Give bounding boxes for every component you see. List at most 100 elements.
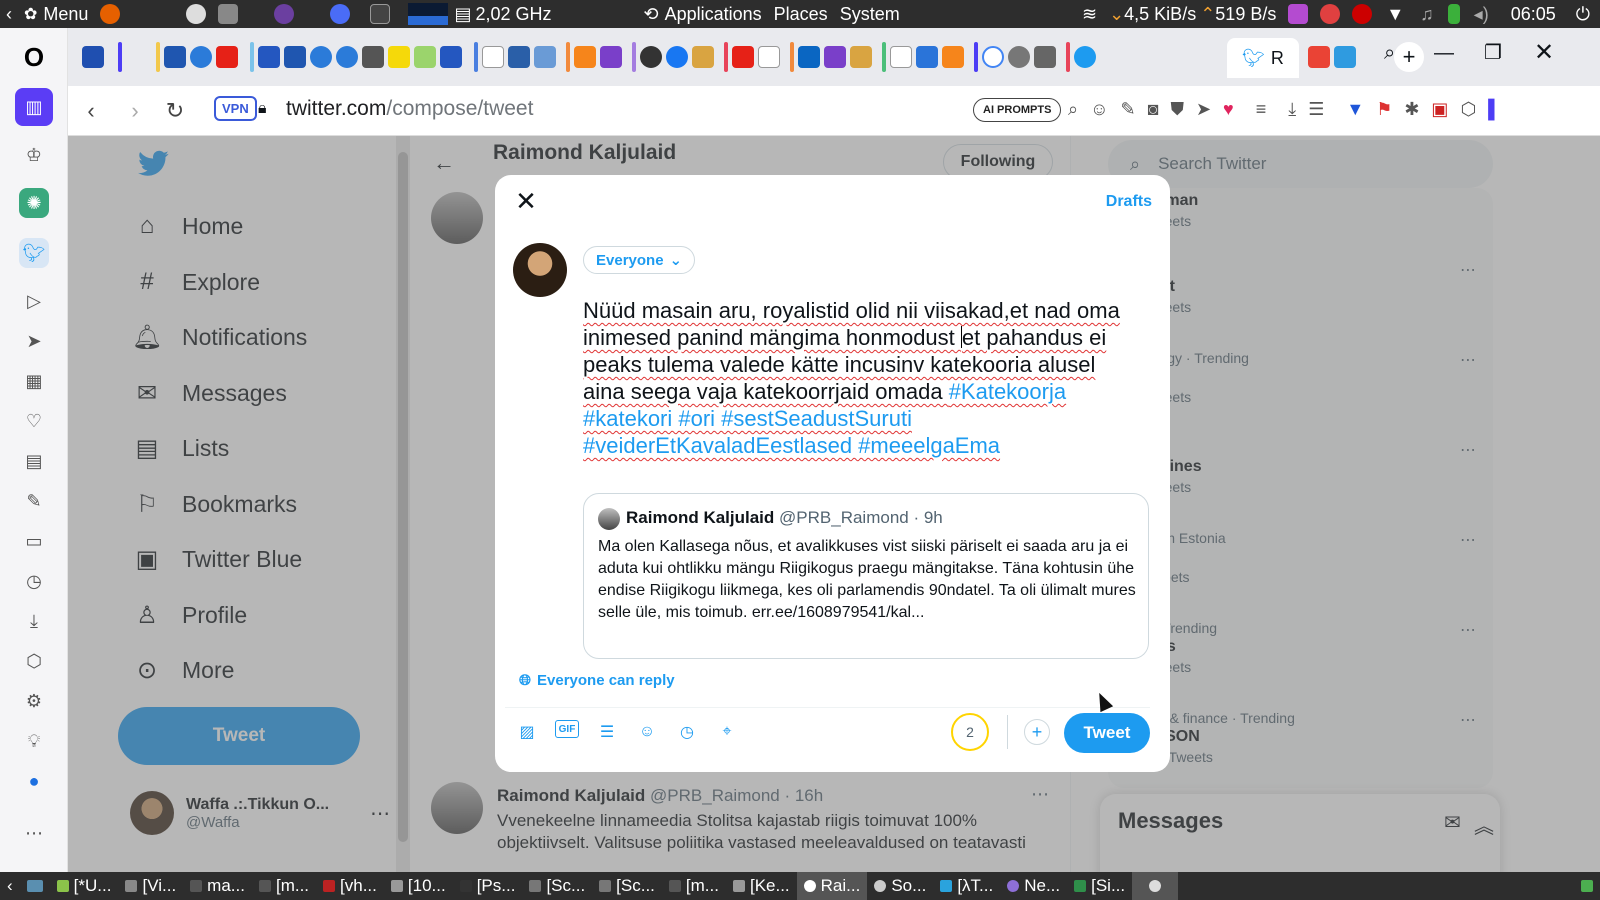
gmail-tab-icon[interactable]	[1308, 46, 1330, 68]
taskbar-back-arrow[interactable]: ‹	[0, 872, 20, 900]
back-button[interactable]: ‹	[76, 96, 106, 126]
taskbar-window[interactable]: [*U...	[50, 872, 119, 900]
reload-button[interactable]: ↻	[160, 96, 190, 126]
err-tab-icon[interactable]	[164, 46, 186, 68]
emoji-icon[interactable]: ☺	[1090, 99, 1108, 120]
taskbar-window[interactable]: [Si...	[1067, 872, 1132, 900]
chatgpt-icon[interactable]: ✺	[19, 188, 49, 218]
workspaces-icon[interactable]: ▥	[15, 88, 53, 126]
emoji-icon[interactable]: ☺	[635, 720, 659, 744]
system-menu[interactable]: System	[834, 0, 906, 28]
openai-tab-icon[interactable]	[1008, 46, 1030, 68]
new-tab-plus-icon[interactable]: +	[1394, 42, 1424, 72]
chat-bubble-icon[interactable]: ●	[19, 766, 49, 796]
poll-icon[interactable]: ☰	[595, 720, 619, 744]
tweet-submit-button[interactable]: Tweet	[1064, 713, 1150, 753]
player-icon[interactable]: ▷	[19, 286, 49, 316]
ibb-tab-icon[interactable]	[1334, 46, 1356, 68]
extension-box-icon[interactable]: ⬡	[1460, 99, 1476, 120]
emblem-tab-icon[interactable]	[692, 46, 714, 68]
taskbar-window[interactable]: [Sc...	[592, 872, 662, 900]
camera-icon[interactable]: ◙	[1148, 99, 1159, 120]
reply-setting-button[interactable]: 🌐︎ Everyone can reply	[519, 672, 675, 689]
taskbar-window[interactable]: [vh...	[316, 872, 384, 900]
wifi-icon[interactable]: ≋	[1082, 4, 1097, 25]
github-tab-icon[interactable]	[640, 46, 662, 68]
lightbulb-icon[interactable]: 💡︎	[19, 726, 49, 756]
taskbar-window[interactable]: [m...	[662, 872, 726, 900]
chat-search-icon[interactable]: ⌕	[1068, 99, 1078, 120]
taskbar-window-active[interactable]: Rai...	[796, 872, 868, 900]
easy-setup-icon[interactable]: ☰	[1308, 99, 1324, 120]
sidebar-toggle-icon[interactable]: ▌	[1488, 99, 1501, 120]
terminal-launcher-icon[interactable]	[370, 4, 391, 24]
linkedin-tab-icon[interactable]	[798, 46, 820, 68]
taskbar-window[interactable]: So...	[867, 872, 933, 900]
doc-tab-icon[interactable]	[534, 46, 556, 68]
audience-selector[interactable]: Everyone ⌄	[583, 246, 696, 274]
tab-group-3[interactable]	[1308, 40, 1356, 74]
taskbar-window[interactable]: [Vi...	[118, 872, 183, 900]
taskbar-window[interactable]: [Sc...	[522, 872, 592, 900]
send-icon[interactable]: ➤	[19, 326, 49, 356]
taskbar-window[interactable]: [Ke...	[726, 872, 797, 900]
shield-icon[interactable]: ⛊	[1170, 99, 1184, 120]
tray-app-icon[interactable]	[1288, 4, 1309, 24]
twitter-sidebar-icon[interactable]: 🐦︎	[19, 238, 49, 268]
google-tab-icon[interactable]	[982, 46, 1004, 68]
vivaldi-tab-icon[interactable]	[82, 46, 104, 68]
send-arrow-icon[interactable]: ➤	[1196, 99, 1211, 120]
emblem-tab-icon[interactable]	[850, 46, 872, 68]
extensions-puzzle-icon[interactable]: ✱	[1404, 99, 1419, 120]
tray-network-icon[interactable]: ▼	[1386, 4, 1404, 25]
settings-launcher-icon[interactable]	[218, 4, 239, 24]
tray-record-icon[interactable]	[1352, 4, 1373, 24]
grid-tab-icon[interactable]	[1034, 46, 1056, 68]
minimize-icon[interactable]: —	[1434, 42, 1454, 65]
settings-gear-icon[interactable]: ⚙	[19, 686, 49, 716]
taskbar-window[interactable]: [λT...	[933, 872, 1000, 900]
close-icon[interactable]: ✕	[513, 188, 539, 215]
metamask-tab-icon[interactable]	[574, 46, 596, 68]
volume-icon[interactable]: ◂)	[1474, 4, 1489, 25]
places-menu[interactable]: Places	[768, 0, 834, 28]
trash-icon[interactable]	[1574, 872, 1600, 900]
vpn-badge[interactable]: VPN	[214, 96, 257, 121]
taskbar-window[interactable]: Ne...	[1000, 872, 1067, 900]
ai-prompts-button[interactable]: AI PROMPTS	[973, 98, 1062, 122]
blue-tab-icon[interactable]	[916, 46, 938, 68]
flag-tab-icon[interactable]	[440, 46, 462, 68]
tweet-text-input[interactable]: Nüüd masain aru, royalistid olid nii vii…	[583, 297, 1143, 459]
opera-logo-icon[interactable]: O	[19, 42, 49, 72]
researchgate-tab-icon[interactable]	[890, 46, 912, 68]
tab-group-2[interactable]	[156, 40, 1096, 74]
youtube-tab-icon[interactable]	[732, 46, 754, 68]
flag-tab-icon[interactable]	[258, 46, 280, 68]
wikipedia-tab-icon[interactable]	[482, 46, 504, 68]
metamask-tab-icon[interactable]	[942, 46, 964, 68]
extension-pin-icon[interactable]: ⚑	[1376, 99, 1392, 120]
downloads-icon[interactable]: ⤓	[19, 606, 49, 636]
location-icon[interactable]: ⌖	[715, 720, 739, 744]
pm-tab-icon[interactable]	[336, 46, 358, 68]
pm-tab-icon[interactable]	[190, 46, 212, 68]
url-field[interactable]: twitter.com/compose/tweet	[286, 97, 533, 121]
heart-icon[interactable]: ♡	[19, 406, 49, 436]
opera-launcher-icon[interactable]	[330, 4, 351, 24]
active-tab-twitter[interactable]: 🐦︎ R	[1227, 38, 1299, 78]
sidebar-more-icon[interactable]: ⋯	[19, 818, 49, 848]
show-desktop-icon[interactable]	[20, 872, 50, 900]
tablet-icon[interactable]: ▭	[19, 526, 49, 556]
youtube-tab-icon[interactable]	[216, 46, 238, 68]
firefox-launcher-icon[interactable]	[100, 4, 121, 24]
clock[interactable]: 06:05	[1505, 0, 1562, 28]
mail-tab-icon[interactable]	[600, 46, 622, 68]
pm-tab-icon[interactable]	[310, 46, 332, 68]
launcher-a-icon[interactable]	[186, 4, 207, 24]
taskbar-window-active[interactable]	[1132, 872, 1179, 900]
news-icon[interactable]: ▤	[19, 446, 49, 476]
err-tab-icon[interactable]	[284, 46, 306, 68]
tray-bell-icon[interactable]: ♫	[1420, 4, 1434, 25]
schedule-icon[interactable]: ◷	[675, 720, 699, 744]
apps-grid-icon[interactable]: ▦	[19, 366, 49, 396]
